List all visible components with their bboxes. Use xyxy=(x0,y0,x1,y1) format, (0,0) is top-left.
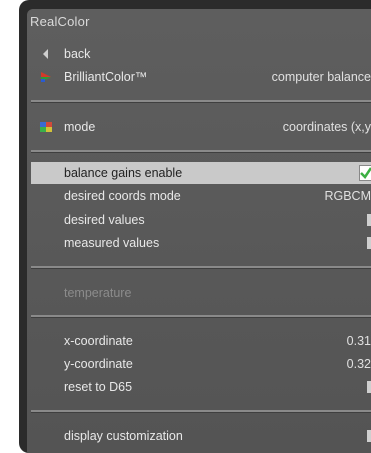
menu-item-label: display customization xyxy=(64,429,183,443)
menu-item-value: coordinates (x,y xyxy=(282,120,371,134)
color-grid-icon xyxy=(39,120,53,134)
submenu-arrow-icon xyxy=(367,430,371,442)
divider xyxy=(31,410,371,413)
divider xyxy=(31,315,371,318)
menu-item-label: temperature xyxy=(64,286,132,300)
menu-item-label: measured values xyxy=(64,236,160,250)
submenu-arrow-icon xyxy=(367,237,371,249)
menu-item-brilliantcolor[interactable]: BrilliantColor™ computer balance xyxy=(31,66,371,88)
menu-item-value: 0.32 xyxy=(346,357,371,371)
menu-item-back[interactable]: back xyxy=(31,43,371,65)
menu-item-label: balance gains enable xyxy=(64,166,183,180)
submenu-arrow-icon xyxy=(367,214,371,226)
menu-item-label: y-coordinate xyxy=(64,357,133,371)
back-arrow-icon xyxy=(39,47,53,61)
menu-item-label: back xyxy=(64,47,91,61)
window-title: RealColor xyxy=(30,14,90,29)
divider xyxy=(31,266,371,269)
brilliantcolor-icon xyxy=(39,70,53,84)
divider xyxy=(31,150,371,153)
menu-item-label: desired values xyxy=(64,213,145,227)
menu-item-temperature: temperature xyxy=(31,282,371,304)
menu-item-measured-values[interactable]: measured values xyxy=(31,232,371,254)
menu-item-label: desired coords mode xyxy=(64,189,181,203)
menu-item-x-coordinate[interactable]: x-coordinate 0.31 xyxy=(31,330,371,352)
menu-item-value: 0.31 xyxy=(346,334,371,348)
menu-item-reset-to-d65[interactable]: reset to D65 xyxy=(31,376,371,398)
submenu-arrow-icon xyxy=(367,381,371,393)
menu-item-label: BrilliantColor™ xyxy=(64,70,148,84)
divider xyxy=(31,100,371,103)
menu-item-label: mode xyxy=(64,120,96,134)
menu-item-desired-coords-mode[interactable]: desired coords mode RGBCM xyxy=(31,185,371,207)
checkbox-checked-icon[interactable] xyxy=(359,165,371,181)
menu-item-desired-values[interactable]: desired values xyxy=(31,209,371,231)
menu-item-value: RGBCM xyxy=(324,189,371,203)
menu-item-label: reset to D65 xyxy=(64,380,133,394)
menu-item-y-coordinate[interactable]: y-coordinate 0.32 xyxy=(31,353,371,375)
menu-item-value: computer balance xyxy=(271,70,371,84)
menu-item-display-customization[interactable]: display customization xyxy=(31,425,371,447)
menu-item-mode[interactable]: mode coordinates (x,y xyxy=(31,116,371,138)
menu-item-label: x-coordinate xyxy=(64,334,133,348)
menu-item-balance-gains-enable[interactable]: balance gains enable xyxy=(31,162,371,184)
